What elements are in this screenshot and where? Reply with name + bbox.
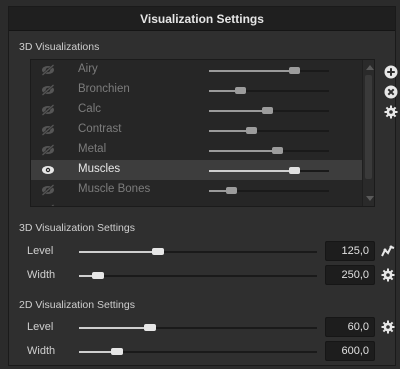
viz3d-list-row-label: Muscle Bones — [78, 183, 151, 195]
viz3d-row-slider-thumb[interactable] — [289, 67, 301, 74]
viz3d-list-row[interactable]: Muscle Bones — [31, 180, 374, 200]
gear-icon[interactable] — [381, 268, 395, 282]
eye-icon[interactable] — [41, 164, 55, 176]
viz3d-row-slider[interactable] — [209, 147, 329, 154]
viz3d-list-row[interactable] — [31, 200, 374, 207]
viz3d-level-slider[interactable] — [79, 248, 317, 255]
viz2d-level-thumb[interactable] — [144, 324, 157, 331]
viz3d-row-slider-thumb[interactable] — [289, 167, 301, 174]
viz3d-list-row[interactable]: Calc — [31, 100, 374, 120]
visualization-settings-panel: Visualization Settings 3D Visualizations… — [8, 6, 398, 366]
viz2d-level-value[interactable]: 60,0 — [325, 317, 375, 337]
list-scrollbar[interactable] — [362, 60, 374, 206]
viz3d-level-label: Level — [27, 245, 54, 257]
plus-circle-icon[interactable] — [384, 65, 398, 79]
viz2d-level-label: Level — [27, 321, 54, 333]
viz3d-row-slider-thumb[interactable] — [225, 187, 237, 194]
viz3d-row-slider-thumb[interactable] — [261, 107, 273, 114]
viz3d-row-slider-thumb[interactable] — [246, 127, 257, 134]
viz2d-settings-label: 2D Visualization Settings — [19, 299, 135, 311]
viz3d-row-slider[interactable] — [209, 107, 329, 114]
viz3d-width-slider[interactable] — [79, 272, 317, 279]
eye-off-icon[interactable] — [41, 124, 55, 136]
eye-off-icon[interactable] — [41, 64, 55, 76]
viz3d-width-value[interactable]: 250,0 — [325, 265, 375, 285]
viz2d-level-row: Level 60,0 — [19, 317, 395, 339]
viz3d-width-row: Width 250,0 — [19, 265, 395, 287]
viz3d-level-value[interactable]: 125,0 — [325, 241, 375, 261]
viz2d-level-slider[interactable] — [79, 324, 317, 331]
viz3d-row-slider[interactable] — [209, 127, 329, 134]
eye-off-icon[interactable] — [41, 184, 55, 196]
viz2d-width-label: Width — [27, 345, 56, 357]
x-circle-icon[interactable] — [384, 85, 398, 99]
viz3d-list[interactable]: Airy Bronchien Calc Contrast Metal Muscles Mus… — [30, 59, 375, 207]
viz3d-row-slider-thumb[interactable] — [272, 147, 284, 154]
scroll-up-arrow-icon[interactable] — [366, 65, 374, 70]
viz3d-list-row-label: Calc — [78, 103, 102, 115]
viz3d-row-slider-thumb[interactable] — [235, 87, 247, 94]
eye-off-icon[interactable] — [41, 104, 55, 116]
viz3d-list-row-label: Airy — [78, 63, 98, 75]
gear-icon[interactable] — [384, 105, 398, 119]
viz3d-list-row[interactable]: Bronchien — [31, 80, 374, 100]
curve-icon[interactable] — [381, 244, 395, 258]
viz3d-row-slider[interactable] — [209, 67, 329, 74]
viz3d-list-row[interactable]: Airy — [31, 60, 374, 80]
viz3d-list-row-label: Bronchien — [78, 83, 130, 95]
viz3d-level-thumb[interactable] — [151, 248, 164, 255]
eye-off-icon[interactable] — [41, 144, 55, 156]
viz3d-settings-label: 3D Visualization Settings — [19, 222, 135, 234]
viz3d-list-row[interactable]: Metal — [31, 140, 374, 160]
viz2d-width-thumb[interactable] — [111, 348, 124, 355]
viz3d-list-row[interactable]: Muscles — [31, 160, 374, 180]
viz2d-width-row: Width 600,0 — [19, 341, 389, 363]
viz3d-section-label: 3D Visualizations — [19, 41, 100, 53]
viz2d-width-value[interactable]: 600,0 — [325, 341, 375, 361]
eye-off-icon[interactable] — [41, 204, 55, 207]
viz3d-level-row: Level 125,0 — [19, 241, 395, 263]
gear-icon[interactable] — [381, 320, 395, 334]
panel-title: Visualization Settings — [9, 7, 395, 31]
viz2d-width-slider[interactable] — [79, 348, 317, 355]
viz3d-row-slider[interactable] — [209, 167, 329, 174]
viz3d-list-row-label: Muscles — [78, 163, 121, 175]
viz3d-list-row-label: Contrast — [78, 123, 122, 135]
viz3d-width-label: Width — [27, 269, 56, 281]
eye-off-icon[interactable] — [41, 84, 55, 96]
viz3d-width-thumb[interactable] — [92, 272, 105, 279]
scroll-handle[interactable] — [365, 75, 372, 179]
scroll-down-arrow-icon[interactable] — [366, 196, 374, 201]
viz3d-list-row[interactable]: Contrast — [31, 120, 374, 140]
viz3d-row-slider[interactable] — [209, 87, 329, 94]
viz3d-list-row-label: Metal — [78, 143, 107, 155]
viz3d-row-slider[interactable] — [209, 187, 329, 194]
